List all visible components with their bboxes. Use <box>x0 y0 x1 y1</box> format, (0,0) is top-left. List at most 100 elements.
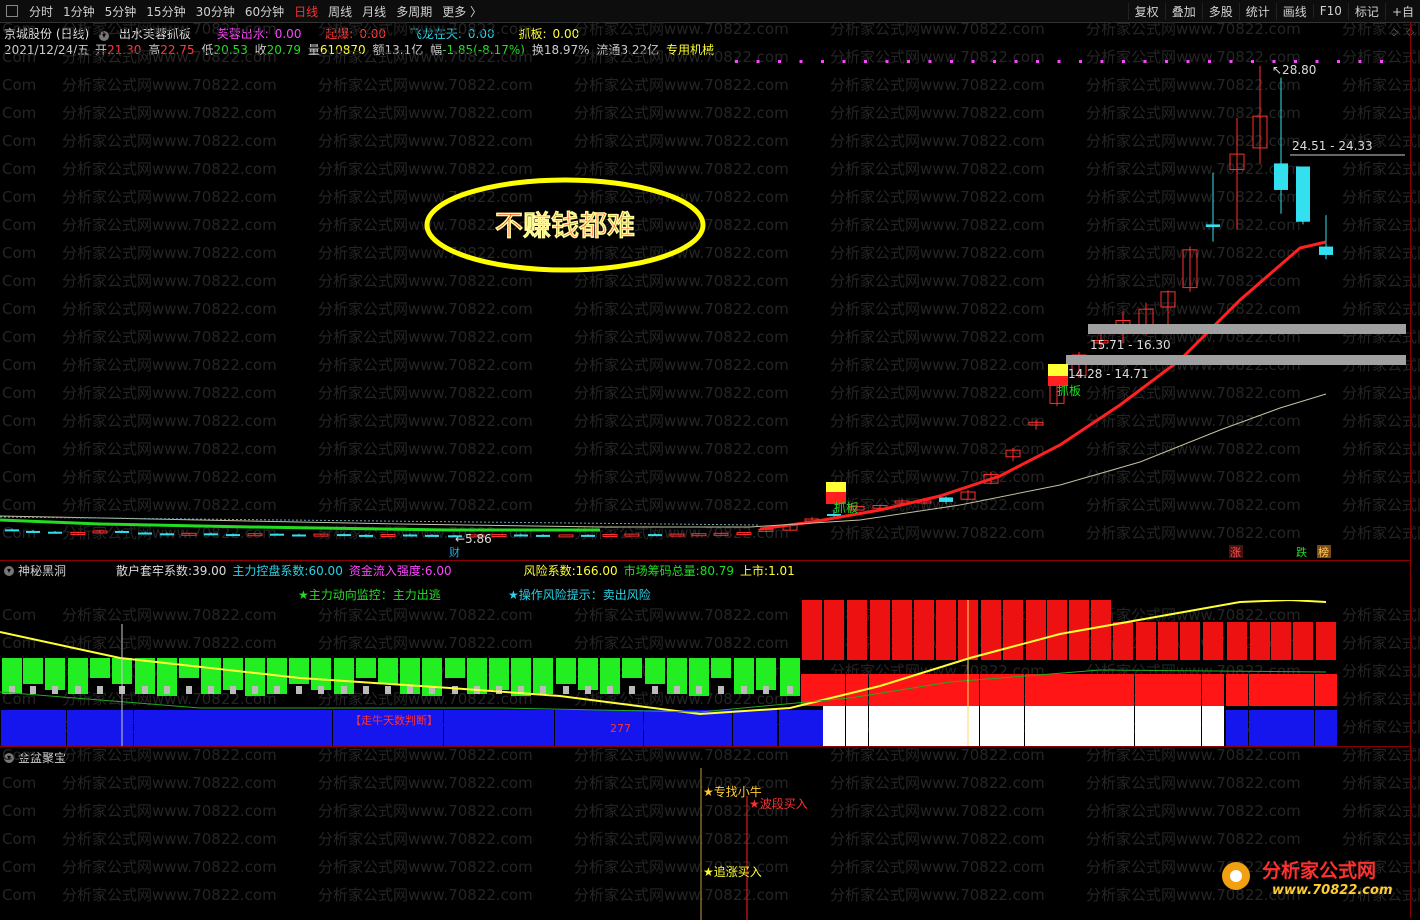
risk-bar-lower <box>1046 674 1068 706</box>
watermark-text: 分析家公式网www.70822.com <box>1342 188 1420 206</box>
watermark-text: 分析家公式网www.70822.com <box>318 300 533 318</box>
candle-body <box>115 530 129 533</box>
tick-bar <box>629 686 635 694</box>
risk-bar-lower <box>869 674 891 706</box>
watermark-text: 分析家公式网www.70822.com <box>318 328 533 346</box>
risk-bar <box>1047 600 1067 660</box>
signal-dot <box>1337 60 1340 63</box>
candle-body <box>26 530 40 533</box>
watermark-text: 分析家公式网www.70822.com <box>1342 440 1420 458</box>
base-volume-bar <box>1157 705 1179 746</box>
base-volume-bar <box>555 710 577 746</box>
watermark-text: 分析家公式网www.70822.com <box>1086 244 1301 262</box>
watermark-text: 分析家公式网www.70822.com <box>62 858 277 876</box>
tick-bar <box>318 686 324 694</box>
base-volume-bar <box>1068 705 1090 746</box>
watermark-text: 分析家公式网www.70822.com <box>574 160 789 178</box>
candle-body <box>1274 163 1288 190</box>
watermark-text: 分析家公式网www.70822.com <box>318 132 533 150</box>
risk-bar-lower <box>1068 674 1090 706</box>
watermark-text: 分析家公式网www.70822.com <box>574 104 789 122</box>
base-volume-bar <box>755 710 777 746</box>
watermark-text: 分析家公式网www.70822.com <box>574 20 789 38</box>
panel1-param-value: 39.00 <box>192 563 227 578</box>
watermark-text: 分析家公式网www.70822.com <box>830 104 1045 122</box>
watermark-text: 分析家公式网www.70822.com <box>1086 746 1301 764</box>
watermark-text: 分析家公式网www.70822.com <box>1342 774 1420 792</box>
signal-dot <box>735 60 738 63</box>
candle-body <box>226 534 240 537</box>
watermark-text: 分析家公式网www.70822.com <box>1342 20 1420 38</box>
watermark-text: 分析家公式网www.70822.com <box>1342 830 1420 848</box>
signal-dot <box>1057 60 1061 63</box>
watermark-text: 分析家公式网www.70822.com <box>62 412 277 430</box>
watermark-text: 分析家公式网www.70822.com <box>1342 802 1420 820</box>
tick-bar <box>563 686 569 694</box>
watermark-text: 分析家公式网www.70822.com <box>62 440 277 458</box>
base-volume-bar <box>913 705 935 746</box>
candle-body <box>403 534 417 537</box>
base-volume-bar <box>710 710 732 746</box>
watermark-text: 分析家公式网www.70822.com <box>1342 746 1420 764</box>
watermark-text: 分析家公式网www.70822.com <box>1086 468 1301 486</box>
signal-dot <box>1380 60 1383 63</box>
watermark-text: 分析家公式网www.70822.com <box>62 606 277 624</box>
watermark-text: Com <box>2 468 36 486</box>
watermark-text: 分析家公式网www.70822.com <box>318 440 533 458</box>
risk-bar <box>1136 622 1156 660</box>
watermark-text: 分析家公式网www.70822.com <box>318 412 533 430</box>
risk-bar <box>1180 622 1200 660</box>
watermark-text: Com <box>2 384 36 402</box>
panel1-title[interactable]: 神秘黑洞 <box>18 562 66 579</box>
base-volume-bar <box>444 710 466 746</box>
panel1-settings-icon[interactable]: ▾ <box>4 565 14 576</box>
watermark-text: 分析家公式网www.70822.com <box>830 524 1045 542</box>
base-volume-bar <box>22 710 44 746</box>
watermark-text: 分析家公式网www.70822.com <box>830 300 1045 318</box>
watermark-text: 分析家公式网www.70822.com <box>1086 412 1301 430</box>
watermark-text: 分析家公式网www.70822.com <box>62 188 277 206</box>
watermark-text: Com <box>2 496 36 514</box>
watermark-text: 分析家公式网www.70822.com <box>830 830 1045 848</box>
watermark-text: 分析家公式网www.70822.com <box>62 76 277 94</box>
watermark-text: 分析家公式网www.70822.com <box>830 802 1045 820</box>
watermark-text: 分析家公式网www.70822.com <box>318 272 533 290</box>
risk-bar-lower <box>1025 674 1047 706</box>
watermark-text: 分析家公式网www.70822.com <box>1342 76 1420 94</box>
signal-dot <box>1186 60 1190 63</box>
risk-bar <box>1293 622 1313 660</box>
base-volume-bar <box>134 710 156 746</box>
base-volume-bar <box>823 705 845 746</box>
golden-basin-indicator-chart[interactable]: Com 分析家公式网www.70822.com 分析家公式网www.70822.co… <box>0 746 1420 920</box>
signal-dot <box>864 60 867 63</box>
watermark-text: 分析家公式网www.70822.com <box>1086 830 1301 848</box>
watermark-text: 分析家公式网www.70822.com <box>62 356 277 374</box>
candle-body <box>138 532 152 535</box>
watermark-text: 分析家公式网www.70822.com <box>574 440 789 458</box>
watermark-text: 分析家公式网www.70822.com <box>318 830 533 848</box>
base-volume-bar <box>1112 705 1134 746</box>
base-volume-bar <box>1135 705 1157 746</box>
watermark-text: 分析家公式网www.70822.com <box>1342 718 1420 736</box>
kline-chart[interactable]: Com 分析家公式网www.70822.com 分析家公式网www.70822.co… <box>0 0 1420 560</box>
watermark-text: 分析家公式网www.70822.com <box>1342 524 1420 542</box>
base-volume-bar <box>488 710 510 746</box>
watermark-text: Com <box>2 188 36 206</box>
watermark-text: 分析家公式网www.70822.com <box>62 300 277 318</box>
signal-dot <box>1079 60 1082 63</box>
watermark-text: 分析家公式网www.70822.com <box>830 412 1045 430</box>
panel1-param-label: 主力控盘系数: <box>232 564 309 578</box>
stock-chart-app: 分时 1分钟 5分钟 15分钟 30分钟 60分钟 日线 周线 月线 多周期 更… <box>0 0 1420 920</box>
base-volume-bar <box>67 710 89 746</box>
watermark-text: 分析家公式网www.70822.com <box>574 412 789 430</box>
black-hole-indicator-chart[interactable]: Com 分析家公式网www.70822.com 分析家公式网www.70822.co… <box>0 600 1420 746</box>
risk-bar <box>1227 622 1247 660</box>
watermark-text: 分析家公式网www.70822.com <box>830 746 1045 764</box>
tick-bar <box>607 686 613 694</box>
watermark-text: Com <box>2 412 36 430</box>
tick-bar <box>585 686 591 694</box>
tick-bar <box>763 686 769 694</box>
candle-body <box>5 529 19 532</box>
rank-marker: 榜 <box>1318 545 1329 559</box>
logo-url: www.70822.com <box>1272 883 1393 898</box>
